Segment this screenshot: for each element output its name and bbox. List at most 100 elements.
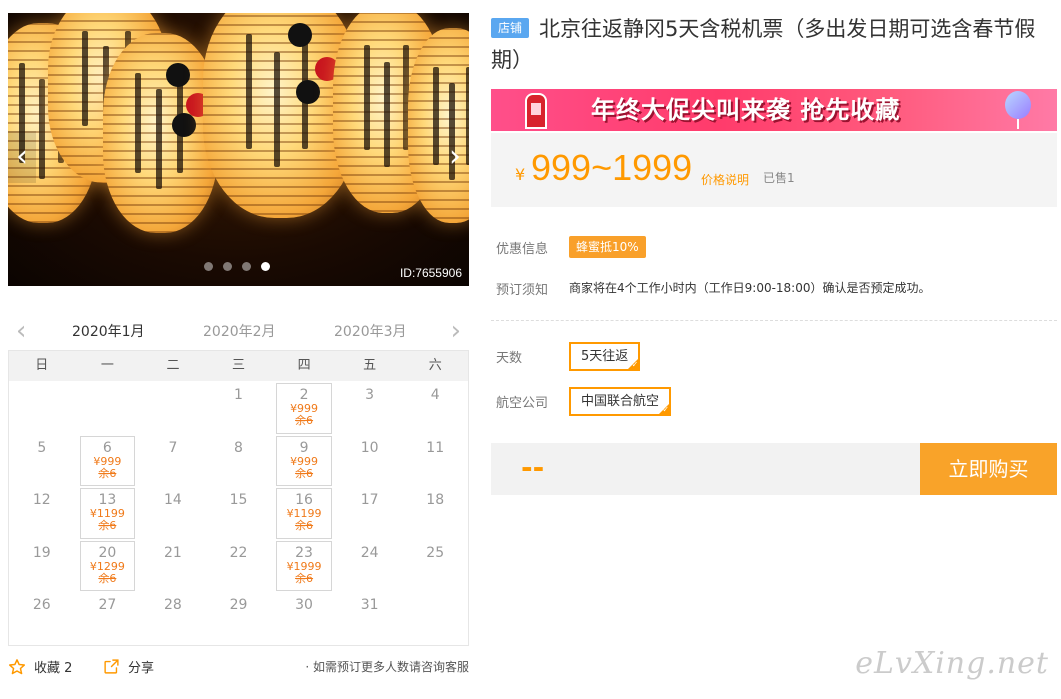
calendar-day: 12 — [9, 486, 75, 539]
favorite-label: 收藏 2 — [34, 661, 73, 676]
lantern-dot — [166, 63, 191, 87]
lantern-calligraphy — [363, 45, 370, 150]
option-days-5[interactable]: 5天往返 ✓ — [569, 342, 641, 371]
calendar-day-available[interactable]: 6 ¥999 余6 — [75, 434, 141, 486]
day-number: 7 — [168, 439, 178, 456]
date-calendar: 日一二三四五六 1 2 ¥999 余6 3 4 5 6 ¥999 余6 7 8 9 ¥999 余6 10 11 1… — [8, 350, 469, 646]
calendar-day: 17 — [337, 486, 403, 539]
day-stock: 余6 — [295, 466, 314, 480]
price-range: 999~1999 — [531, 147, 693, 188]
calendar-day: 30 — [271, 591, 337, 644]
airline-label: 航空公司 — [496, 396, 549, 411]
day-number: 6 — [102, 439, 112, 456]
day-number: 17 — [360, 492, 379, 508]
day-number: 21 — [164, 544, 182, 561]
day-number: 25 — [426, 544, 445, 561]
gallery-dot[interactable] — [204, 262, 213, 271]
day-stock: 余6 — [98, 571, 117, 585]
day-number: 28 — [164, 597, 182, 613]
calendar-month-nav: ‹ 2020年1月 2020年2月 2020年3月 › — [8, 313, 469, 353]
day-number: 11 — [426, 439, 445, 456]
calendar-day: 1 — [206, 381, 272, 434]
purchase-bar: -- 立即购买 — [491, 443, 1057, 495]
share-icon — [104, 659, 119, 674]
day-number: 23 — [295, 544, 313, 561]
balloon-icon — [1005, 91, 1031, 129]
weekday-label: 五 — [363, 358, 377, 373]
calendar-day-available[interactable]: 2 ¥999 余6 — [271, 381, 337, 434]
lantern-calligraphy — [246, 34, 253, 149]
share-label: 分享 — [128, 661, 155, 676]
buy-now-button[interactable]: 立即购买 — [920, 443, 1057, 495]
gallery-dot[interactable] — [261, 262, 270, 271]
weekday-label: 三 — [232, 358, 246, 373]
day-stock: 余6 — [98, 519, 117, 532]
lantern-calligraphy — [81, 31, 88, 126]
day-number: 20 — [98, 544, 117, 561]
promo-badge: 蜂蜜抵10% — [569, 236, 646, 258]
calendar-day: 15 — [206, 486, 272, 539]
gallery-dot[interactable] — [242, 262, 251, 271]
notice-text: 商家将在4个工作小时内（工作日9:00-18:00）确认是否预定成功。 — [569, 281, 931, 295]
lantern-calligraphy — [383, 61, 390, 167]
tab-month-feb[interactable]: 2020年2月 — [203, 321, 276, 341]
notice-label: 预订须知 — [496, 283, 549, 298]
gallery-prev-button[interactable]: ‹ — [8, 131, 36, 183]
promo-banner[interactable]: 年终大促尖叫来袭 抢先收藏 — [491, 89, 1057, 131]
option-airline[interactable]: 中国联合航空 ✓ — [569, 387, 672, 416]
calendar-blank-cell — [140, 381, 206, 434]
day-number: 10 — [360, 439, 379, 456]
lantern-dot — [172, 113, 196, 137]
lantern-shape — [408, 28, 469, 223]
day-number: 31 — [360, 597, 379, 613]
calendar-day: 28 — [140, 591, 206, 644]
day-number: 3 — [365, 387, 375, 403]
consult-note: · 如需预订更多人数请咨询客服 — [305, 660, 469, 674]
calendar-next-arrow-icon[interactable]: › — [451, 317, 461, 345]
calendar-day: 11 — [402, 434, 468, 487]
day-number: 2 — [299, 387, 309, 403]
calendar-prev-arrow-icon[interactable]: ‹ — [16, 317, 26, 345]
weekday-label: 四 — [297, 358, 311, 373]
calendar-day: 19 — [9, 539, 75, 592]
lantern-calligraphy — [38, 79, 45, 179]
gallery-next-button[interactable]: › — [441, 131, 469, 183]
product-title: 北京往返静冈5天含税机票（多出发日期可选含春节假期） — [491, 17, 1036, 72]
shop-tag: 店铺 — [491, 18, 529, 38]
image-id: ID:7655906 — [399, 266, 462, 280]
day-number: 30 — [295, 597, 313, 613]
tab-month-mar[interactable]: 2020年3月 — [334, 321, 407, 341]
calendar-day: 4 — [402, 381, 468, 434]
tab-month-jan[interactable]: 2020年1月 — [72, 321, 145, 341]
weekday-label: 二 — [166, 358, 180, 373]
day-stock: 余6 — [295, 571, 314, 585]
calendar-grid: 1 2 ¥999 余6 3 4 5 6 ¥999 余6 7 8 9 ¥999 余6 10 11 12 13 ¥1199… — [9, 381, 468, 644]
calendar-day-available[interactable]: 13 ¥1199 余6 — [75, 486, 141, 539]
calendar-day-available[interactable]: 23 ¥1999 余6 — [271, 539, 337, 591]
check-icon: ✓ — [631, 360, 639, 369]
share-button[interactable]: 分享 — [103, 657, 154, 676]
calendar-day-available[interactable]: 16 ¥1199 余6 — [271, 486, 337, 539]
day-number: 24 — [360, 544, 379, 561]
calendar-day: 25 — [402, 539, 468, 592]
day-number: 5 — [37, 439, 47, 456]
calendar-day-available[interactable]: 20 ¥1299 余6 — [75, 539, 141, 591]
day-number: 1 — [234, 387, 243, 403]
weekday-label: 六 — [428, 358, 442, 373]
day-number: 27 — [98, 597, 117, 613]
day-number: 4 — [430, 387, 440, 403]
banner-text: 年终大促尖叫来袭 抢先收藏 — [591, 96, 901, 124]
days-label: 天数 — [496, 351, 523, 366]
gallery-footer: 收藏 2 分享 · 如需预订更多人数请咨询客服 — [8, 655, 469, 679]
weekday-label: 日 — [35, 358, 49, 373]
day-stock: 余6 — [98, 466, 117, 480]
day-number: 29 — [229, 597, 248, 613]
day-number: 9 — [299, 439, 309, 456]
site-watermark: eLvXing.net — [855, 646, 1049, 681]
calendar-blank-cell — [9, 381, 75, 434]
price-explain-link[interactable]: 价格说明 — [701, 171, 749, 188]
calendar-day: 26 — [9, 591, 75, 644]
calendar-day-available[interactable]: 9 ¥999 余6 — [271, 434, 337, 486]
gallery-dot[interactable] — [223, 262, 232, 271]
favorite-button[interactable]: 收藏 2 — [8, 657, 72, 676]
